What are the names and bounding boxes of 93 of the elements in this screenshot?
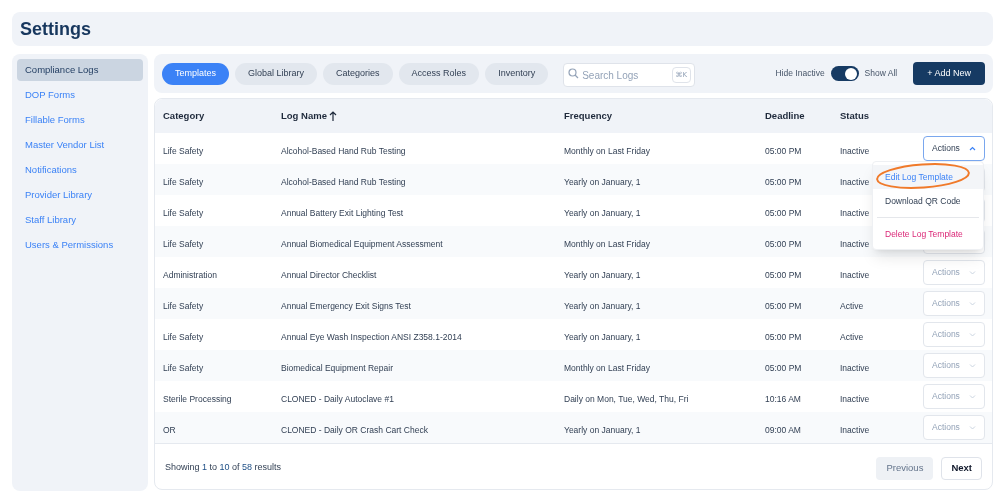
actions-dropdown[interactable]: Actions	[923, 384, 985, 409]
column-header[interactable]: Deadline	[765, 108, 805, 124]
sidebar-item[interactable]: DOP Forms	[17, 84, 143, 106]
table-cell: CLONED - Daily OR Crash Cart Check	[281, 424, 428, 435]
actions-dropdown[interactable]: Actions	[923, 260, 985, 285]
sidebar-item[interactable]: Compliance Logs	[17, 59, 143, 81]
table-cell: Monthly on Last Friday	[564, 145, 650, 156]
table-cell: Inactive	[840, 207, 870, 218]
column-header[interactable]: Category	[163, 108, 205, 124]
table-cell: Yearly on January, 1	[564, 424, 641, 435]
sidebar-item[interactable]: Users & Permissions	[17, 234, 143, 256]
table-cell: Monthly on Last Friday	[564, 362, 650, 373]
sidebar-item[interactable]: Staff Library	[17, 209, 143, 231]
page-title: Settings	[20, 17, 91, 41]
table-cell: Active	[840, 300, 864, 311]
toggle-label: Hide Inactive	[775, 67, 825, 80]
results-summary: Showing 1 to 10 of 58 results	[165, 461, 282, 475]
table-cell: Alcohol-Based Hand Rub Testing	[281, 145, 406, 156]
chevron-up-icon	[969, 146, 976, 151]
search-icon	[568, 68, 580, 79]
table-cell: Annual Director Checklist	[281, 269, 377, 280]
table-cell: 05:00 PM	[765, 207, 802, 218]
table-cell: Life Safety	[163, 176, 204, 187]
actions-dropdown[interactable]: Actions	[923, 322, 985, 347]
table-cell: Inactive	[840, 362, 870, 373]
table-cell: Monthly on Last Friday	[564, 238, 650, 249]
table-cell: Annual Biomedical Equipment Assessment	[281, 238, 443, 249]
actions-dropdown[interactable]: Actions	[923, 415, 985, 440]
table-cell: Yearly on January, 1	[564, 269, 641, 280]
table-cell: Daily on Mon, Tue, Wed, Thu, Fri	[564, 393, 689, 404]
table-cell: 05:00 PM	[765, 269, 802, 280]
column-header[interactable]: Log Name	[281, 108, 327, 124]
add-new-button[interactable]: + Add New	[913, 62, 985, 85]
tab[interactable]: Templates	[162, 62, 230, 85]
table-cell: Life Safety	[163, 331, 204, 342]
table-cell: Life Safety	[163, 238, 204, 249]
chevron-down-icon	[969, 394, 976, 399]
toggle-label: Show All	[864, 67, 898, 80]
column-header[interactable]: Frequency	[564, 108, 613, 124]
table-cell: 10:16 AM	[765, 393, 801, 404]
sidebar-item[interactable]: Provider Library	[17, 184, 143, 206]
tab[interactable]: Global Library	[235, 62, 318, 85]
table-cell: Annual Battery Exit Lighting Test	[281, 207, 404, 218]
table-cell: 05:00 PM	[765, 331, 802, 342]
table-cell: 05:00 PM	[765, 176, 802, 187]
table-cell: Yearly on January, 1	[564, 300, 641, 311]
sidebar-item[interactable]: Master Vendor List	[17, 134, 143, 156]
table-cell: 05:00 PM	[765, 362, 802, 373]
table-cell: 09:00 AM	[765, 424, 801, 435]
table-cell: Administration	[163, 269, 217, 280]
sidebar-item[interactable]: Notifications	[17, 159, 143, 181]
chevron-down-icon	[969, 425, 976, 430]
toggle-switch[interactable]	[830, 66, 859, 81]
table-cell: Life Safety	[163, 300, 204, 311]
table-cell: Biomedical Equipment Repair	[281, 362, 393, 373]
sidebar-item[interactable]: Fillable Forms	[17, 109, 143, 131]
actions-dropdown[interactable]: Actions	[923, 136, 985, 161]
table-cell: OR	[163, 424, 176, 435]
table-cell: Inactive	[840, 269, 870, 280]
table-cell: Annual Emergency Exit Signs Test	[281, 300, 411, 311]
chevron-down-icon	[969, 270, 976, 275]
pagination-button[interactable]: Next	[941, 456, 982, 480]
table-cell: Yearly on January, 1	[564, 176, 641, 187]
table-cell: Inactive	[840, 238, 870, 249]
table-cell: Life Safety	[163, 362, 204, 373]
table-cell: 05:00 PM	[765, 145, 802, 156]
table-cell: 05:00 PM	[765, 238, 802, 249]
tab[interactable]: Access Roles	[398, 62, 480, 85]
menu-item[interactable]: Delete Log Template	[873, 222, 983, 246]
table-cell: Inactive	[840, 145, 870, 156]
table-cell: Inactive	[840, 424, 870, 435]
table-cell: 05:00 PM	[765, 300, 802, 311]
table-cell: Sterile Processing	[163, 393, 232, 404]
table-cell: Inactive	[840, 393, 870, 404]
column-header[interactable]: Status	[840, 108, 870, 124]
chevron-down-icon	[969, 363, 976, 368]
table-cell: Yearly on January, 1	[564, 207, 641, 218]
sort-ascending-icon	[328, 110, 337, 122]
tab[interactable]: Categories	[323, 62, 393, 85]
table-cell: Alcohol-Based Hand Rub Testing	[281, 176, 406, 187]
table-cell: Yearly on January, 1	[564, 331, 641, 342]
chevron-down-icon	[969, 332, 976, 337]
table-cell: Life Safety	[163, 145, 204, 156]
chevron-down-icon	[969, 301, 976, 306]
actions-dropdown[interactable]: Actions	[923, 353, 985, 378]
tab[interactable]: Inventory	[485, 62, 549, 85]
table-cell: Annual Eye Wash Inspection ANSI Z358.1-2014	[281, 331, 462, 342]
actions-dropdown[interactable]: Actions	[923, 291, 985, 316]
menu-item[interactable]: Download QR Code	[873, 189, 983, 213]
table-cell: Life Safety	[163, 207, 204, 218]
table-cell: Inactive	[840, 176, 870, 187]
table-cell: CLONED - Daily Autoclave #1	[281, 393, 394, 404]
table-cell: Active	[840, 331, 864, 342]
